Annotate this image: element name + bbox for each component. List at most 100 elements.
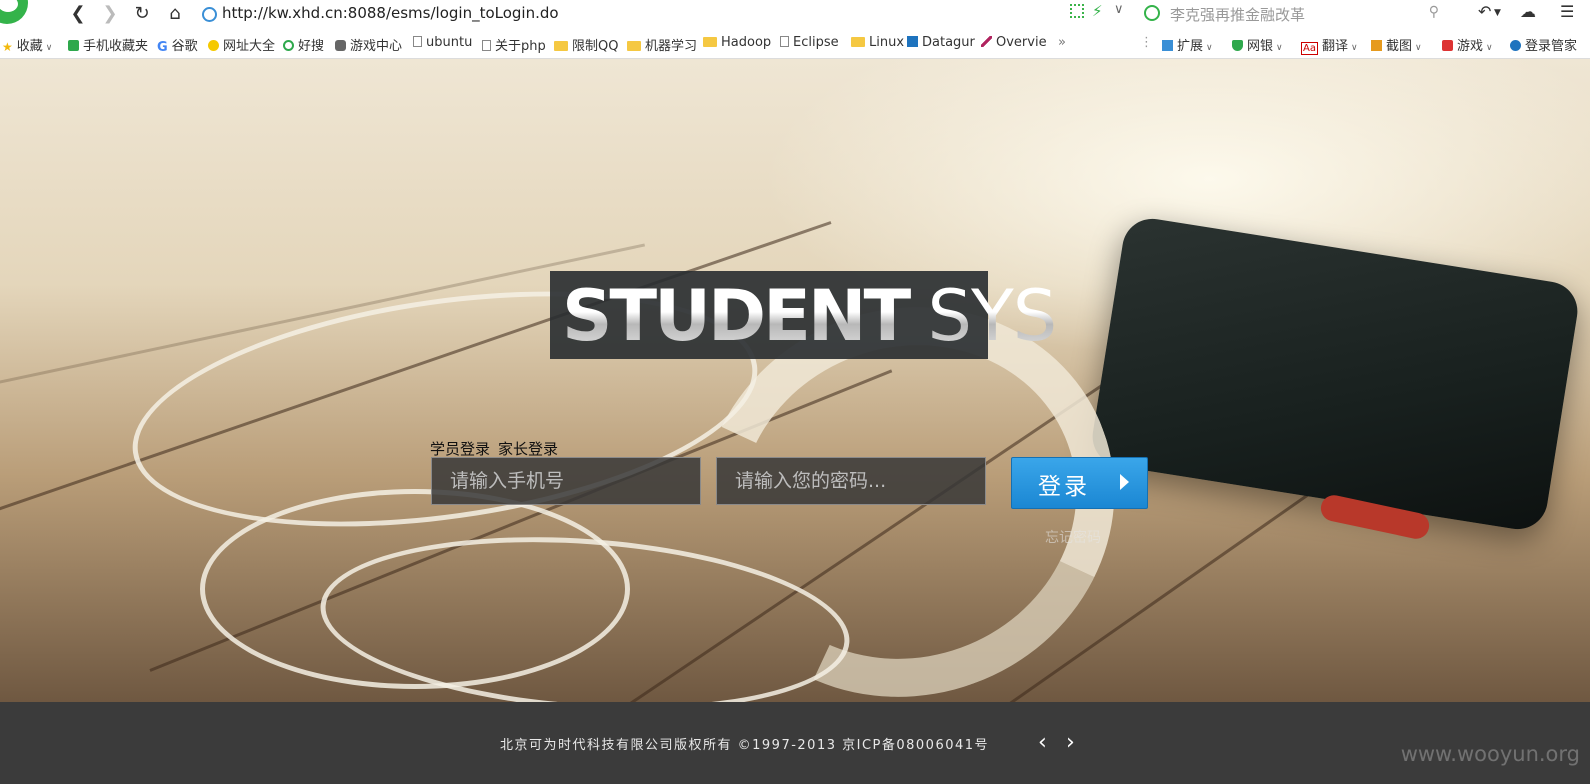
tool-screenshot[interactable]: 截图 ∨ [1371,35,1422,54]
key-icon [1510,40,1521,51]
tool-translate[interactable]: Aa 翻译 ∨ [1301,35,1358,55]
scissors-icon [1371,40,1382,51]
bookmark-label: 限制QQ [572,39,619,54]
chevron-down-icon: ∨ [1350,43,1358,53]
extensions-icon [1162,40,1173,51]
address-bar[interactable]: http://kw.xhd.cn:8088/esms/login_toLogin… [200,2,1060,26]
home-icon[interactable]: ⌂ [163,2,187,26]
logo-word-sys: SYS [927,275,1057,357]
bookmark-label: ubuntu [426,35,473,50]
bookmark-haosou[interactable]: 好搜 [283,35,324,54]
separator-icon: ⋮ [1140,35,1153,50]
qr-code-icon[interactable] [1070,4,1084,18]
bookmark-label: Datagur [922,35,975,50]
watermark: www.wooyun.org [1400,742,1580,766]
bookmark-label: 关于php [495,39,546,54]
tool-label: 扩展 [1177,39,1204,54]
bookmark-php[interactable]: 关于php [482,35,546,54]
login-type-tabs: 学员登录 家长登录 [430,438,566,459]
chevron-down-icon[interactable]: ∨ [1114,2,1124,17]
play-arrow-icon [1120,474,1129,490]
globe-icon [202,7,217,22]
folder-icon [627,41,641,51]
gamepad-icon [335,40,346,51]
search-box[interactable]: 李克强再推金融改革 ⚲ [1140,2,1445,24]
chevron-down-icon: ∨ [1486,43,1493,53]
tool-label: 截图 [1386,39,1413,54]
search-icon[interactable]: ⚲ [1429,4,1439,20]
password-input[interactable] [716,457,986,505]
bookmark-label: Hadoop [721,35,772,50]
bookmark-overview[interactable]: Overvie [981,35,1047,50]
forgot-password-link[interactable]: 忘记密码 [1045,527,1101,547]
undo-icon[interactable]: ↶ [1478,2,1491,21]
tab-student-login[interactable]: 学员登录 [430,440,490,458]
bookmark-label: 网址大全 [223,39,276,54]
tool-banking[interactable]: 网银 ∨ [1232,35,1283,54]
tab-parent-login[interactable]: 家长登录 [498,440,558,458]
bookmark-label: Linux [869,35,905,50]
bookmark-ml[interactable]: 机器学习 [627,35,697,54]
browser-logo-icon[interactable] [0,0,28,24]
bookmark-sites[interactable]: 网址大全 [208,35,275,54]
chevron-down-icon[interactable]: ▼ [1494,8,1501,18]
google-icon: G [157,40,168,55]
chevron-left-icon[interactable]: ‹ [1038,732,1047,754]
page-icon [780,36,789,47]
bookmark-games[interactable]: 游戏中心 [335,35,402,54]
tool-label: 网银 [1247,39,1274,54]
bookmark-label: Overvie [996,35,1047,50]
phone-input[interactable] [431,457,701,505]
bookmark-label: 谷歌 [171,39,198,54]
copyright-text: 北京可为时代科技有限公司版权所有 ©1997-2013 京ICP备0800604… [500,738,990,753]
chart-icon [907,36,918,47]
page-icon [413,36,422,47]
logo-word-student: STUDENT [562,275,909,357]
login-background: STUDENT SYS 学员登录家长登录 登录 忘记密码 [0,59,1590,702]
login-button[interactable]: 登录 [1011,457,1148,509]
bookmarks-more-icon[interactable]: » [1058,35,1066,50]
bookmark-qq[interactable]: 限制QQ [554,35,618,54]
login-button-label: 登录 [1038,474,1090,500]
tool-label: 翻译 [1321,39,1348,54]
url-text[interactable]: http://kw.xhd.cn:8088/esms/login_toLogin… [222,4,559,22]
chevron-right-icon[interactable]: › [1066,732,1075,754]
bookmark-google[interactable]: G 谷歌 [157,35,198,55]
folder-icon [851,37,865,47]
search-input[interactable]: 李克强再推金融改革 [1170,4,1305,25]
cloud-icon[interactable]: ☁ [1520,2,1536,21]
bookmark-eclipse[interactable]: Eclipse [780,35,839,50]
tool-extensions[interactable]: 扩展 ∨ [1162,35,1213,54]
forward-icon[interactable]: ❯ [98,2,122,26]
feather-icon [981,36,992,47]
tool-label: 游戏 [1457,39,1484,54]
bookmark-ubuntu[interactable]: ubuntu [413,35,472,50]
search-engine-icon[interactable] [1144,5,1160,21]
back-icon[interactable]: ❮ [66,2,90,26]
lightning-icon[interactable]: ⚡ [1092,2,1103,20]
bookmark-mobile[interactable]: 手机收藏夹 [68,35,148,54]
menu-icon[interactable]: ☰ [1560,2,1574,21]
bookmark-label: 游戏中心 [350,39,403,54]
star-icon: ★ [2,40,13,54]
bookmark-hadoop[interactable]: Hadoop [703,35,771,50]
phone-icon [68,40,79,51]
chevron-down-icon: ∨ [1206,43,1213,53]
browser-toolbar: ❮ ❯ ↻ ⌂ http://kw.xhd.cn:8088/esms/login… [0,0,1590,28]
page-icon [482,40,491,51]
chevron-down-icon: ∨ [45,43,53,53]
logo-text: STUDENT SYS [562,275,1056,357]
game-icon [1442,40,1453,51]
bookmark-label: 机器学习 [645,39,698,54]
bookmark-label: Eclipse [793,35,839,50]
system-logo: STUDENT SYS [550,271,988,359]
bookmark-linux[interactable]: Linux [851,35,904,50]
tool-games[interactable]: 游戏 ∨ [1442,35,1493,54]
refresh-icon[interactable]: ↻ [130,2,154,26]
bookmark-favorites[interactable]: ★ 收藏 ∨ [2,35,52,54]
bookmark-label: 手机收藏夹 [83,39,149,54]
chevron-down-icon: ∨ [1276,43,1283,53]
tool-login-manager[interactable]: 登录管家 [1510,35,1577,54]
bookmark-datagur[interactable]: Datagur [907,35,975,50]
page-footer: 北京可为时代科技有限公司版权所有 ©1997-2013 京ICP备0800604… [0,702,1590,784]
